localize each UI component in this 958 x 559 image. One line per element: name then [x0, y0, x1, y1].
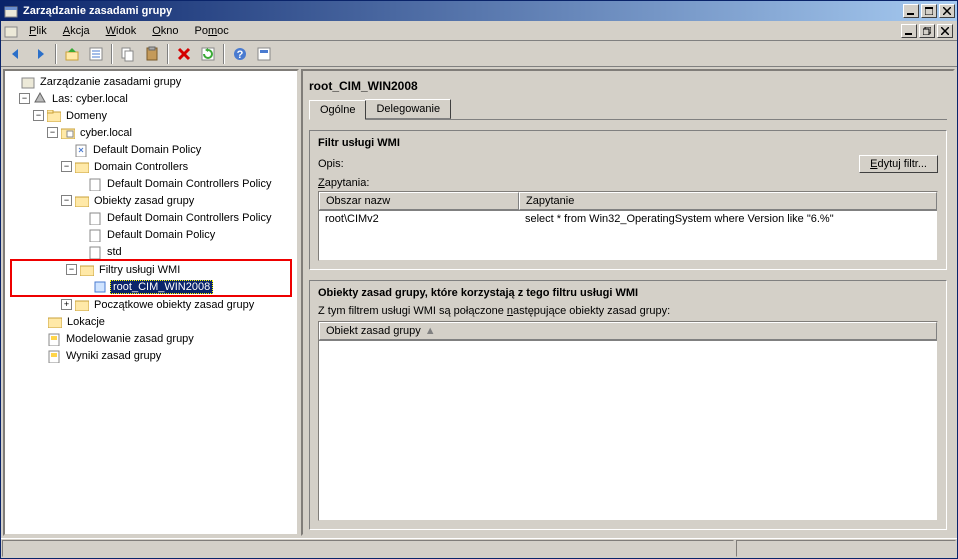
gpo-heading: Obiekty zasad grupy, które korzystają z …: [318, 287, 938, 299]
statusbar: [1, 538, 957, 558]
gpo-link-icon: [73, 142, 89, 158]
domain-icon: [60, 125, 76, 141]
delete-button[interactable]: [173, 43, 195, 65]
close-button[interactable]: [939, 4, 955, 18]
tree-ddcp[interactable]: Default Domain Controllers Policy: [105, 178, 273, 190]
folder-icon: [74, 297, 90, 313]
gpo-link-icon: [87, 176, 103, 192]
tree-gpo-ddcp[interactable]: Default Domain Controllers Policy: [105, 212, 273, 224]
menu-akcja[interactable]: Akcja: [55, 22, 98, 40]
collapse-icon[interactable]: −: [47, 127, 58, 138]
mdi-icon: [1, 24, 21, 38]
tabs: Ogólne Delegowanie: [309, 99, 947, 120]
gpo-table[interactable]: Obiekt zasad grupy ▲: [318, 321, 938, 521]
window-title: Zarządzanie zasadami grupy: [23, 5, 901, 17]
table-row[interactable]: root\CIMv2 select * from Win32_Operating…: [319, 211, 937, 227]
properties-button[interactable]: [85, 43, 107, 65]
svg-text:?: ?: [237, 49, 244, 61]
content-area: Zarządzanie zasadami grupy −Las: cyber.l…: [1, 67, 957, 538]
ou-icon: [74, 159, 90, 175]
tree-wmi[interactable]: Filtry usługi WMI: [97, 264, 182, 276]
menu-pomoc[interactable]: Pomoc: [187, 22, 237, 40]
tree-wmi-item[interactable]: root_CIM_WIN2008: [110, 280, 213, 294]
wmi-filter-heading: Filtr usługi WMI: [318, 137, 938, 149]
back-button[interactable]: [5, 43, 27, 65]
app-icon: [3, 3, 19, 19]
queries-table[interactable]: Obszar nazw Zapytanie root\CIMv2 select …: [318, 191, 938, 261]
tree-domains[interactable]: Domeny: [64, 110, 109, 122]
tree-forest[interactable]: Las: cyber.local: [50, 93, 130, 105]
options-button[interactable]: [253, 43, 275, 65]
up-button[interactable]: [61, 43, 83, 65]
tree-sites[interactable]: Lokacje: [65, 316, 107, 328]
col-namespace[interactable]: Obszar nazw: [319, 192, 519, 210]
wmi-filter-group: Filtr usługi WMI Opis: Edytuj filtr... Z…: [309, 130, 947, 270]
detail-title: root_CIM_WIN2008: [309, 75, 947, 99]
menu-widok[interactable]: Widok: [98, 22, 145, 40]
folder-icon: [79, 262, 95, 278]
wmi-filter-icon: [92, 279, 108, 295]
col-gpo[interactable]: Obiekt zasad grupy ▲: [319, 322, 937, 340]
forest-icon: [32, 91, 48, 107]
mdi-restore-button[interactable]: [919, 24, 935, 38]
tree-modeling[interactable]: Modelowanie zasad grupy: [64, 333, 196, 345]
detail-panel: root_CIM_WIN2008 Ogólne Delegowanie Filt…: [301, 69, 955, 536]
collapse-icon[interactable]: −: [19, 93, 30, 104]
tree-gpo-ddp[interactable]: Default Domain Policy: [105, 229, 217, 241]
collapse-icon[interactable]: −: [33, 110, 44, 121]
tree-starter[interactable]: Początkowe obiekty zasad grupy: [92, 299, 256, 311]
collapse-icon[interactable]: −: [61, 195, 72, 206]
maximize-button[interactable]: [921, 4, 937, 18]
cell-namespace: root\CIMv2: [319, 213, 519, 225]
tree-gpo[interactable]: Obiekty zasad grupy: [92, 195, 196, 207]
mdi-close-button[interactable]: [937, 24, 953, 38]
tab-delegation[interactable]: Delegowanie: [365, 99, 451, 119]
menubar: Plik Akcja Widok Okno Pomoc: [1, 21, 957, 41]
col-query[interactable]: Zapytanie: [519, 192, 937, 210]
tree-dc[interactable]: Domain Controllers: [92, 161, 190, 173]
tree-panel[interactable]: Zarządzanie zasadami grupy −Las: cyber.l…: [3, 69, 299, 536]
sort-asc-icon: ▲: [425, 325, 436, 337]
edit-filter-button[interactable]: Edytuj filtr...: [859, 155, 938, 173]
results-icon: [46, 348, 62, 364]
menu-okno[interactable]: Okno: [144, 22, 186, 40]
tree-ddp[interactable]: Default Domain Policy: [91, 144, 203, 156]
toolbar: ?: [1, 41, 957, 67]
folder-icon: [46, 108, 62, 124]
queries-label: Zapytania:: [318, 177, 938, 189]
folder-icon: [47, 314, 63, 330]
forward-button[interactable]: [29, 43, 51, 65]
console-icon: [20, 74, 36, 90]
collapse-icon[interactable]: −: [66, 264, 77, 275]
expand-icon[interactable]: +: [61, 299, 72, 310]
desc-label: Opis:: [318, 158, 378, 170]
tree-root[interactable]: Zarządzanie zasadami grupy: [38, 76, 183, 88]
help-button[interactable]: ?: [229, 43, 251, 65]
collapse-icon[interactable]: −: [61, 161, 72, 172]
cell-query: select * from Win32_OperatingSystem wher…: [519, 213, 937, 225]
gpo-icon: [87, 244, 103, 260]
gpo-group: Obiekty zasad grupy, które korzystają z …: [309, 280, 947, 530]
gpo-icon: [87, 227, 103, 243]
folder-icon: [74, 193, 90, 209]
tree-domain[interactable]: cyber.local: [78, 127, 134, 139]
mdi-minimize-button[interactable]: [901, 24, 917, 38]
tree-gpo-std[interactable]: std: [105, 246, 124, 258]
titlebar: Zarządzanie zasadami grupy: [1, 1, 957, 21]
paste-button[interactable]: [141, 43, 163, 65]
refresh-button[interactable]: [197, 43, 219, 65]
menu-plik[interactable]: Plik: [21, 22, 55, 40]
gpo-text: Z tym filtrem usługi WMI są połączone na…: [318, 305, 938, 317]
copy-button[interactable]: [117, 43, 139, 65]
gpo-icon: [87, 210, 103, 226]
tab-general[interactable]: Ogólne: [309, 100, 366, 120]
tree-results[interactable]: Wyniki zasad grupy: [64, 350, 163, 362]
minimize-button[interactable]: [903, 4, 919, 18]
modeling-icon: [46, 331, 62, 347]
